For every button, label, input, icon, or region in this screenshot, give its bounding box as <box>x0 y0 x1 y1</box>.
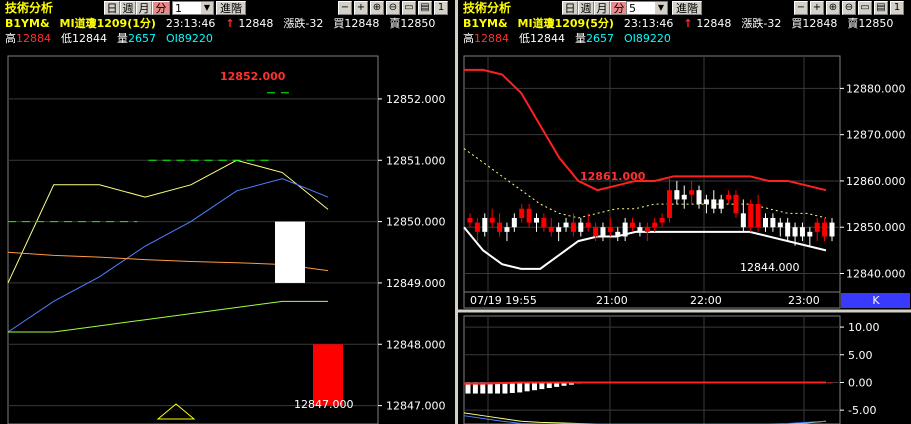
candlestick <box>275 221 305 283</box>
y-tick-label: 12848.000 <box>386 338 446 351</box>
candlestick <box>489 217 495 223</box>
y-tick-label: 12870.000 <box>846 129 906 142</box>
candlestick <box>755 204 761 228</box>
y-tick-label: 0.00 <box>848 376 873 389</box>
price-chart-5min: 12840.000 12850.000 12860.000 12870.000 1288… <box>458 55 911 424</box>
k-label: K <box>872 294 880 307</box>
candlestick <box>526 208 532 223</box>
candlestick <box>630 222 636 228</box>
indicator-line <box>8 300 328 333</box>
chart-panel-5min: 技術分析 日 週 月 分 5 ▼ 進階 − + ⊕ ⊖ ▭ ▤ 1 B1YM& MI… <box>458 0 911 424</box>
candlestick <box>807 231 813 237</box>
candlestick <box>659 217 665 223</box>
histogram-bar <box>531 382 537 391</box>
candlestick <box>600 227 606 237</box>
candlestick <box>681 194 687 200</box>
x-tick-label: 07/19 19:55 <box>470 294 537 307</box>
high-annotation: 12852.000 <box>220 70 286 83</box>
y-tick-label: 12860.000 <box>846 175 906 188</box>
candlestick <box>792 227 798 237</box>
y-tick-label: 10.00 <box>848 321 880 334</box>
oscillator-line <box>463 412 827 424</box>
candlestick <box>770 217 776 228</box>
candlestick <box>674 190 680 200</box>
candlestick <box>556 227 562 232</box>
candlestick <box>785 222 791 237</box>
candlestick <box>548 227 554 232</box>
candlestick <box>313 344 343 406</box>
oscillator-line <box>463 415 827 424</box>
candlestick <box>497 222 503 232</box>
y-tick-label: 12847.000 <box>386 400 446 413</box>
candlestick <box>696 190 702 205</box>
chart-panel-1min: 技術分析 日 週 月 分 1 ▼ 進階 − + ⊕ ⊖ ▭ ▤ 1 B1YM& MI… <box>0 0 455 424</box>
candlestick <box>799 227 805 237</box>
histogram-bar <box>517 382 523 393</box>
candlestick <box>585 222 591 228</box>
y-tick-label: 5.00 <box>848 349 873 362</box>
candlestick <box>652 222 658 228</box>
candlestick <box>703 199 709 205</box>
y-tick-label: 12850.000 <box>386 216 446 229</box>
candlestick <box>467 217 473 223</box>
candlestick <box>482 217 488 232</box>
candlestick <box>519 208 525 218</box>
candlestick <box>511 217 517 228</box>
candlestick <box>563 222 569 228</box>
candlestick <box>763 217 769 228</box>
candlestick <box>689 190 695 195</box>
candlestick <box>578 222 584 232</box>
low-annotation: 12847.000 <box>294 398 354 411</box>
y-tick-label: 12851.000 <box>386 154 446 167</box>
candlestick <box>733 194 739 214</box>
low-annotation: 12844.000 <box>740 261 800 274</box>
y-tick-label: -5.00 <box>848 404 876 417</box>
price-chart-1min: 12847.000 12848.000 12849.000 12850.000 1285… <box>7 55 446 424</box>
candlestick <box>533 217 539 223</box>
candlestick <box>822 222 828 237</box>
candlestick <box>711 199 717 209</box>
candlestick <box>718 199 724 209</box>
y-tick-label: 12852.000 <box>386 93 446 106</box>
candlestick <box>777 222 783 228</box>
candlestick <box>740 213 746 228</box>
candlestick <box>644 227 650 232</box>
candlestick <box>622 222 628 237</box>
candlestick <box>504 227 510 232</box>
candlestick <box>748 204 754 228</box>
histogram-bar <box>502 382 508 394</box>
histogram-bar <box>827 382 833 384</box>
high-annotation: 12861.000 <box>580 170 646 183</box>
x-tick-label: 23:00 <box>788 294 820 307</box>
oscillator-line <box>464 381 826 385</box>
candlestick <box>593 227 599 237</box>
candlestick <box>570 222 576 232</box>
candlestick <box>637 227 643 232</box>
y-tick-label: 12850.000 <box>846 221 906 234</box>
candlestick <box>726 194 732 200</box>
triangle-marker <box>156 403 196 420</box>
candlestick <box>829 222 835 237</box>
plot-frame <box>463 315 841 424</box>
candlestick <box>666 190 672 218</box>
y-tick-label: 12849.000 <box>386 277 446 290</box>
x-tick-label: 22:00 <box>690 294 722 307</box>
candlestick <box>474 222 480 232</box>
candlestick <box>814 222 820 232</box>
band-line <box>463 148 827 219</box>
y-tick-label: 12840.000 <box>846 267 906 280</box>
y-tick-label: 12880.000 <box>846 82 906 95</box>
x-tick-label: 21:00 <box>596 294 628 307</box>
histogram-bar <box>524 382 530 392</box>
candlestick <box>607 227 613 232</box>
candlestick <box>615 231 621 237</box>
histogram-bar <box>509 382 515 393</box>
candlestick <box>541 217 547 228</box>
